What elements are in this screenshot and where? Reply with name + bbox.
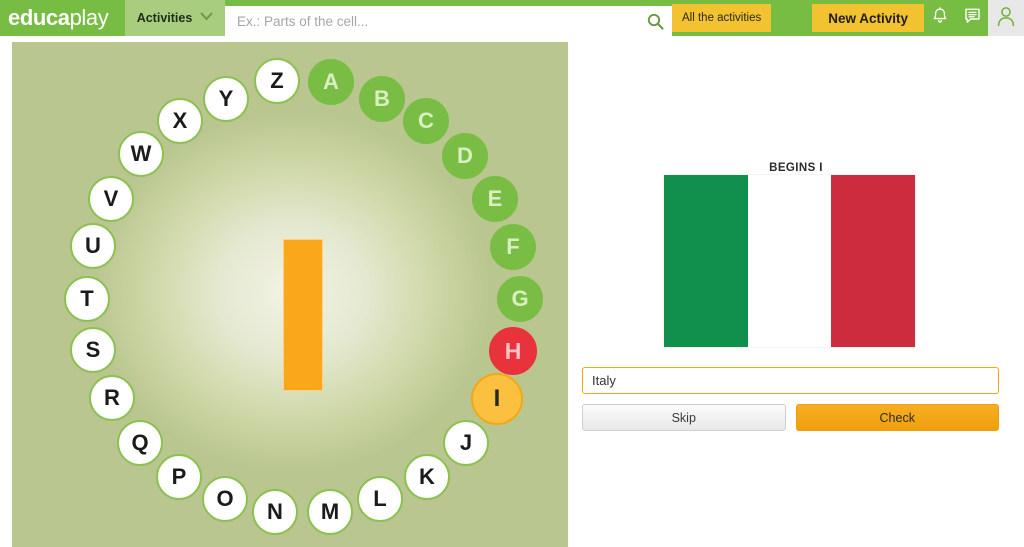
letter-d[interactable]: D [442,133,488,179]
letter-m[interactable]: M [307,489,353,535]
italy-flag [663,174,916,348]
letter-c[interactable]: C [403,98,449,144]
letter-e[interactable]: E [472,176,518,222]
flag-band-1 [747,175,832,347]
letter-b[interactable]: B [359,76,405,122]
search-icon[interactable] [638,13,672,30]
question-prompt: BEGINS I [769,162,823,174]
activities-dropdown[interactable]: Activities [125,0,225,36]
current-letter-display [283,239,323,391]
all-activities-label: All the activities [682,12,762,24]
letter-t[interactable]: T [64,276,110,322]
letter-l[interactable]: L [357,476,403,522]
avatar[interactable] [988,0,1024,36]
educaplay-logo[interactable]: educa play [0,0,125,36]
bell-icon [932,6,948,30]
letter-a[interactable]: A [308,59,354,105]
letter-q[interactable]: Q [117,420,163,466]
user-avatar-icon [996,5,1016,32]
letter-o[interactable]: O [202,476,248,522]
notifications-button[interactable] [924,0,956,36]
letter-x[interactable]: X [157,98,203,144]
check-label: Check [879,410,915,425]
new-activity-button[interactable]: New Activity [812,4,924,32]
message-icon [964,7,981,29]
search-box [225,6,672,36]
letter-p[interactable]: P [156,454,202,500]
letter-k[interactable]: K [404,454,450,500]
letter-h[interactable]: H [489,327,537,375]
letter-s[interactable]: S [70,327,116,373]
skip-button[interactable]: Skip [582,404,786,431]
letter-y[interactable]: Y [203,76,249,122]
question-panel: BEGINS I Skip Check [568,36,1024,547]
check-button[interactable]: Check [795,404,999,431]
top-header-bar: educaplay Activities All the activities … [0,0,1024,36]
flag-band-0 [664,175,748,347]
search-container [225,0,672,36]
letter-w[interactable]: W [118,131,164,177]
flag-band-2 [831,175,916,347]
letter-u[interactable]: U [70,223,116,269]
logo-text-light: play [69,5,109,30]
chevron-down-icon [200,12,213,24]
letter-j[interactable]: J [443,420,489,466]
search-input[interactable] [225,7,638,35]
letter-v[interactable]: V [88,176,134,222]
new-activity-label: New Activity [828,10,908,26]
letter-r[interactable]: R [89,375,135,421]
action-buttons-row: Skip Check [582,404,999,431]
alphabet-game-board: ABCDEFGHIJKLMNOPQRSTUVWXYZ [12,42,568,547]
skip-label: Skip [671,410,696,425]
answer-input[interactable] [582,367,999,394]
activities-label: Activities [136,11,193,25]
header-spacer [771,0,812,36]
letter-g[interactable]: G [497,276,543,322]
all-activities-button[interactable]: All the activities [672,4,772,32]
letter-i[interactable]: I [471,373,523,425]
letter-f[interactable]: F [490,224,536,270]
letter-z[interactable]: Z [254,58,300,104]
logo-text-bold: educa [8,5,70,30]
letter-n[interactable]: N [252,489,298,535]
messages-button[interactable] [956,0,988,36]
